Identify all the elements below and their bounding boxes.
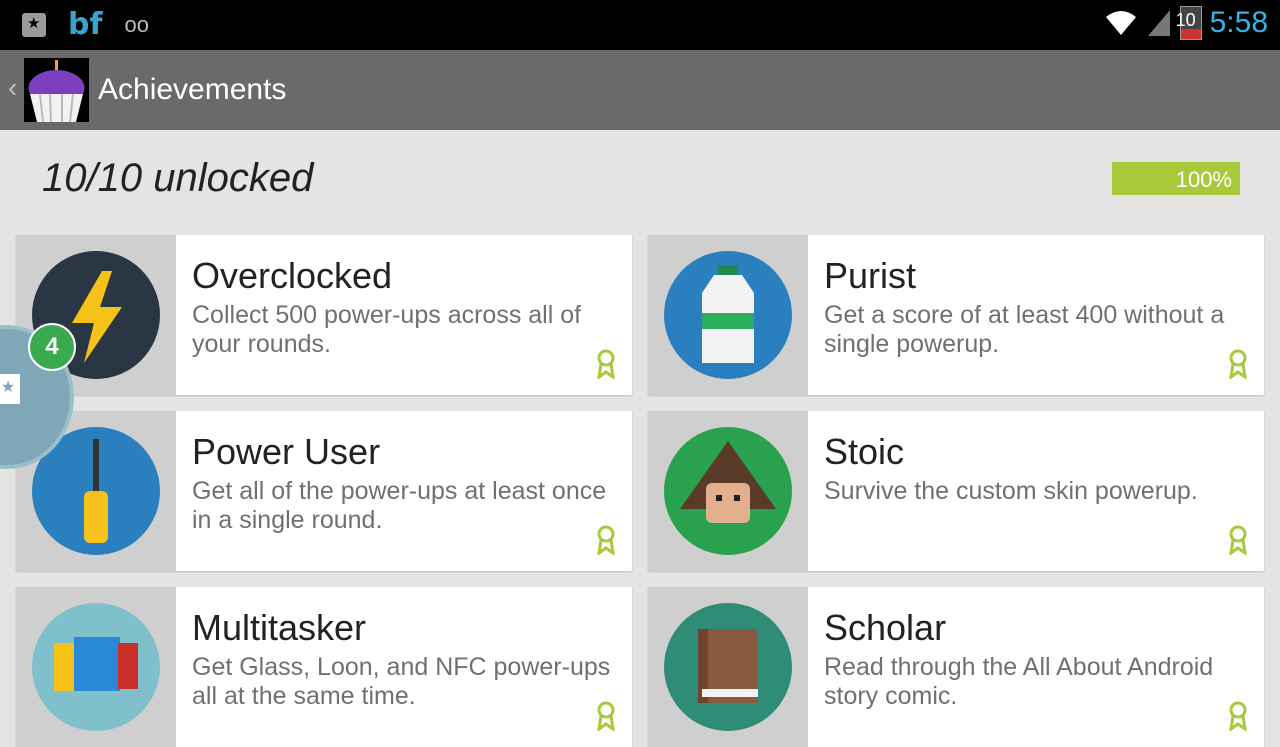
battery-icon: 10 [1176, 6, 1202, 40]
notification-count-badge: 4 [28, 323, 76, 371]
unlocked-count: 10/10 unlocked [42, 156, 314, 200]
achievement-card-power-user[interactable]: Power User Get all of the power-ups at l… [16, 411, 632, 571]
award-ribbon-icon [597, 525, 615, 555]
achievement-description: Collect 500 power-ups across all of your… [192, 301, 582, 358]
progress-label: 100% [1175, 167, 1232, 192]
chevron-left-icon[interactable]: ‹ [8, 72, 17, 104]
battery-level: 10 [1175, 10, 1196, 30]
notification-icons: bf oo [22, 10, 149, 40]
award-ribbon-icon [1229, 525, 1247, 555]
action-bar: ‹ Achievements [0, 50, 1280, 130]
bf-app-icon: bf [68, 7, 103, 42]
page-title: Achievements [98, 73, 287, 106]
wifi-icon [1105, 11, 1136, 35]
bottle-icon [664, 251, 792, 379]
award-ribbon-icon [597, 349, 615, 379]
achievement-description: Survive the custom skin powerup. [824, 477, 1198, 505]
signal-icon [1147, 10, 1170, 36]
award-ribbon-icon [1229, 349, 1247, 379]
award-ribbon-icon [597, 701, 615, 731]
achievement-name: Overclocked [192, 255, 393, 296]
status-bar: bf oo 10 5:58 [0, 0, 1280, 50]
book-icon [664, 603, 792, 731]
achievement-description: Get Glass, Loon, and NFC power-ups all a… [192, 653, 611, 710]
achievement-card-overclocked[interactable]: Overclocked Collect 500 power-ups across… [16, 235, 632, 395]
achievement-icon-pane [16, 587, 176, 747]
achievement-name: Scholar [824, 607, 947, 648]
achievement-name: Stoic [824, 431, 905, 472]
progress-bar: 100% [1112, 162, 1240, 195]
status-right: 10 5:58 [1104, 6, 1268, 40]
achievement-card-purist[interactable]: Purist Get a score of at least 400 witho… [648, 235, 1264, 395]
achievement-card-stoic[interactable]: Stoic Survive the custom skin powerup. [648, 411, 1264, 571]
achievement-description: Read through the All About Android story… [824, 653, 1214, 710]
achievement-description: Get all of the power-ups at least once i… [192, 477, 607, 534]
award-ribbon-icon [1229, 701, 1247, 731]
star-notification-icon [22, 13, 46, 37]
app-logo[interactable] [24, 58, 89, 123]
achievement-description: Get a score of at least 400 without a si… [824, 301, 1225, 358]
achievement-name: Power User [192, 431, 381, 472]
achievement-name: Purist [824, 255, 917, 296]
cupcake-icon [28, 60, 85, 123]
stacked-blocks-icon [32, 603, 160, 731]
voicemail-icon: oo [124, 12, 150, 37]
achievement-card-multitasker[interactable]: Multitasker Get Glass, Loon, and NFC pow… [16, 587, 632, 747]
hooded-figure-icon [664, 427, 792, 555]
clock: 5:58 [1209, 6, 1268, 39]
star-notification-icon: ★ [0, 374, 20, 404]
achievement-icon-pane [648, 411, 808, 571]
achievement-icon-pane [648, 235, 808, 395]
achievement-icon-pane [648, 587, 808, 747]
achievement-card-scholar[interactable]: Scholar Read through the All About Andro… [648, 587, 1264, 747]
achievement-name: Multitasker [192, 607, 367, 648]
